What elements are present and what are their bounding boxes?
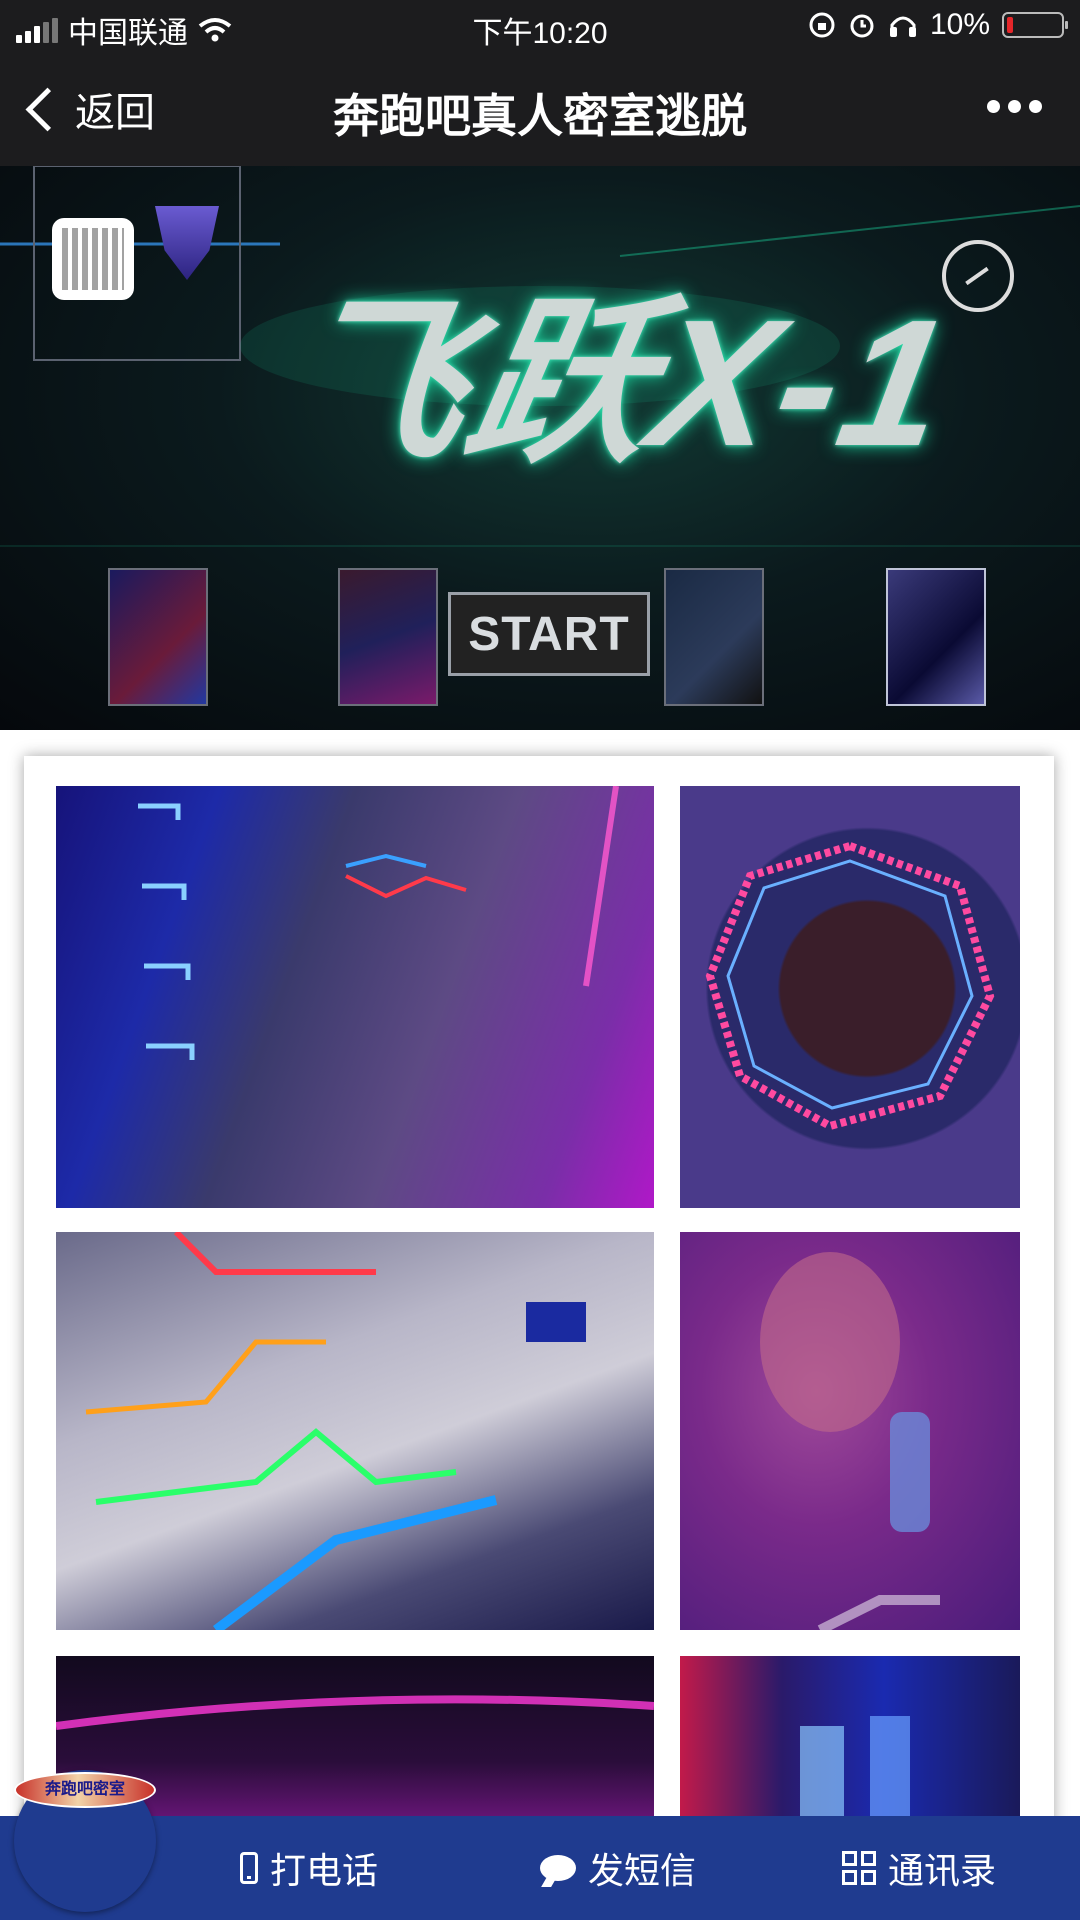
gallery-photo[interactable] [680, 1232, 1020, 1630]
gallery-photo[interactable] [56, 786, 654, 1208]
brand-logo-text: 奔跑吧密室 [44, 1781, 125, 1798]
banner-thumbnail [664, 568, 764, 706]
brand-logo-badge[interactable]: 奔跑吧密室 [14, 1772, 156, 1808]
battery-percent: 10% [929, 8, 990, 41]
phone-icon [240, 1852, 258, 1884]
sms-button[interactable]: 发短信 [540, 1842, 696, 1894]
battery-icon [1002, 12, 1068, 38]
headphones-icon [889, 16, 916, 37]
page-title: 奔跑吧真人密室逃脱 [333, 90, 747, 142]
neon-lights [760, 1252, 940, 1630]
start-button[interactable]: START [448, 592, 650, 676]
banner-thumbnail [338, 568, 438, 706]
contacts-button[interactable]: 通讯录 [842, 1842, 996, 1894]
navigation-bar: 返回 奔跑吧真人密室逃脱 [0, 52, 1080, 166]
qr-code-icon [842, 1851, 876, 1885]
gallery-photo[interactable] [680, 786, 1020, 1208]
more-dots-icon[interactable] [987, 100, 1042, 113]
banner-thumbnail [886, 568, 986, 706]
rotation-lock-icon [809, 12, 835, 38]
bottom-action-bar: 打电话 发短信 通讯录 [0, 1816, 1080, 1920]
call-button[interactable]: 打电话 [240, 1842, 378, 1894]
photo-gallery [24, 756, 1054, 1920]
neon-lights [705, 841, 995, 1131]
banner-thumbnail [108, 568, 208, 706]
sms-label: 发短信 [588, 1850, 697, 1891]
alarm-icon [850, 14, 874, 38]
status-time: 下午10:20 [472, 17, 608, 50]
banner-logo-text: 飞跃X-1 [269, 283, 965, 484]
neon-lights [138, 786, 619, 1060]
status-bar: 中国联通 下午10:20 10% [0, 0, 1080, 52]
gallery-photo[interactable] [56, 1232, 654, 1630]
contacts-label: 通讯录 [888, 1850, 997, 1891]
call-label: 打电话 [270, 1850, 379, 1891]
hero-banner: 飞跃X-1 START [0, 166, 1080, 730]
qr-code-icon[interactable] [52, 218, 134, 300]
start-label: START [468, 607, 630, 661]
neon-lights [85, 1232, 586, 1630]
chat-bubble-icon [540, 1855, 576, 1881]
